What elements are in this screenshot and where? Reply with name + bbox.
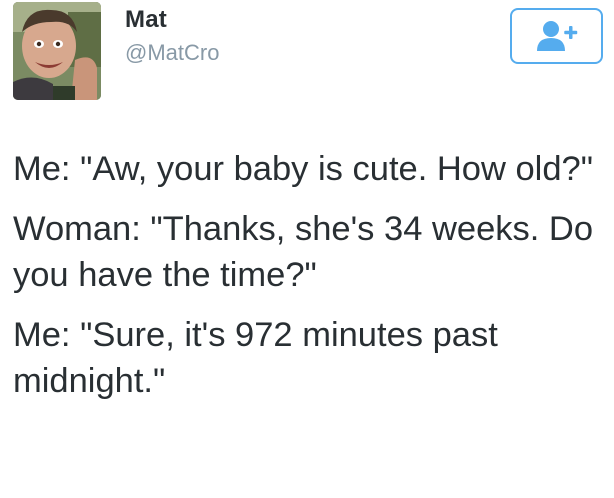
tweet-paragraph: Woman: "Thanks, she's 34 weeks. Do you h…: [13, 210, 594, 294]
add-user-icon: [536, 21, 577, 51]
tweet-text: Me: "Aw, your baby is cute. How old?" Wo…: [13, 146, 605, 418]
follow-button[interactable]: [510, 8, 603, 64]
profile-photo: [13, 2, 101, 100]
avatar[interactable]: [13, 2, 101, 100]
display-name[interactable]: Mat: [125, 6, 167, 34]
tweet-card: Mat @MatCro Me: "Aw, your baby is cute. …: [0, 0, 614, 498]
user-handle[interactable]: @MatCro: [125, 40, 219, 66]
tweet-paragraph: Me: "Aw, your baby is cute. How old?": [13, 150, 593, 188]
tweet-paragraph: Me: "Sure, it's 972 minutes past midnigh…: [13, 316, 498, 400]
